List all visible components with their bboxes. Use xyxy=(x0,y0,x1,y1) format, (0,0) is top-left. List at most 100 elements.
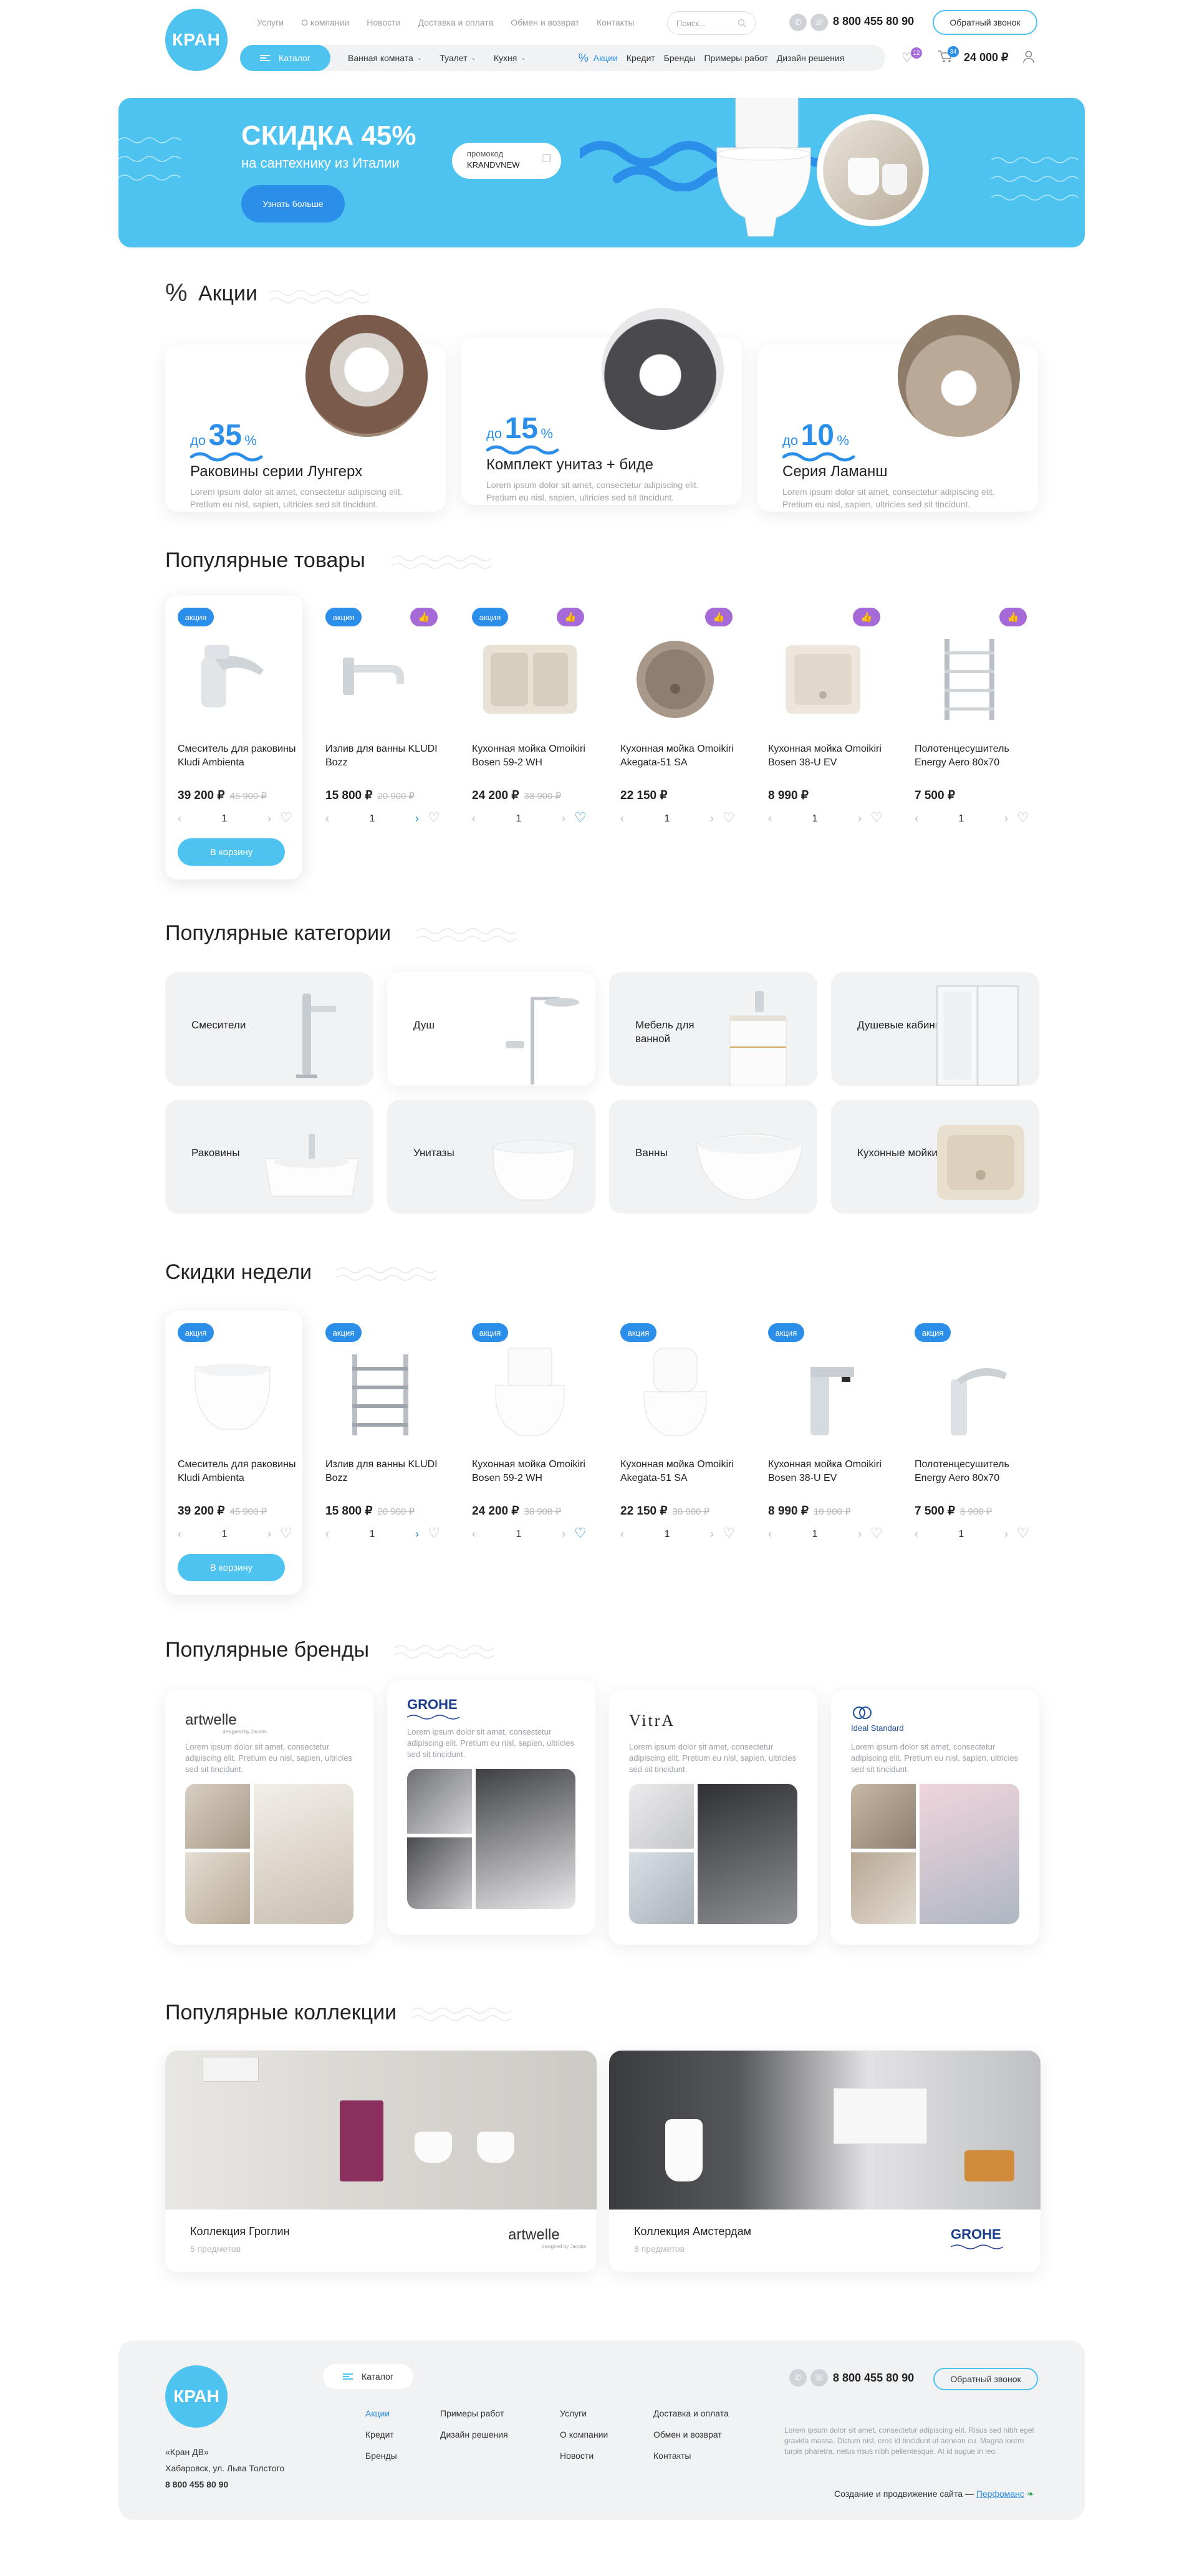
footer-catalog-button[interactable]: Каталог xyxy=(323,2364,413,2389)
chevron-left-icon[interactable]: ‹ xyxy=(472,812,476,825)
footer-link[interactable]: О компании xyxy=(560,2424,608,2445)
footer-link[interactable]: Примеры работ xyxy=(440,2403,508,2424)
thumbs-up-icon[interactable]: 👍 xyxy=(410,608,438,626)
footer-link[interactable]: Контакты xyxy=(653,2445,729,2466)
product-name[interactable]: Кухонная мойка Omoikiri Bosen 38-U EV xyxy=(768,1458,887,1485)
nav-item-kitchen[interactable]: Кухня ⌄ xyxy=(494,53,526,63)
learn-more-button[interactable]: Узнать больше xyxy=(241,185,345,223)
category-card[interactable]: Душевые кабины xyxy=(831,972,1039,1086)
nav-item-promo[interactable]: % Акции xyxy=(579,52,618,65)
heart-icon[interactable]: ♡ xyxy=(870,810,883,826)
heart-icon[interactable]: ♡ xyxy=(280,810,292,826)
chevron-right-icon[interactable]: › xyxy=(562,1528,565,1541)
thumbs-up-icon[interactable]: 👍 xyxy=(853,608,880,626)
chevron-left-icon[interactable]: ‹ xyxy=(768,812,772,825)
product-name[interactable]: Кухонная мойка Omoikiri Akegata-51 SA xyxy=(620,742,739,770)
brand-card[interactable]: VitrA Lorem ipsum dolor sit amet, consec… xyxy=(609,1690,817,1945)
header-phone[interactable]: 8 800 455 80 90 xyxy=(833,15,914,28)
chevron-left-icon[interactable]: ‹ xyxy=(178,1528,181,1541)
chevron-right-icon[interactable]: › xyxy=(1004,812,1008,825)
logo[interactable]: КРАН xyxy=(165,9,228,71)
add-to-cart-button[interactable]: В корзину xyxy=(178,1554,285,1581)
chevron-right-icon[interactable]: › xyxy=(415,812,419,825)
footer-link[interactable]: Бренды xyxy=(365,2445,397,2466)
add-to-cart-button[interactable]: В корзину xyxy=(178,838,285,866)
footer-callback-button[interactable]: Обратный звонок xyxy=(933,2368,1038,2390)
chevron-right-icon[interactable]: › xyxy=(267,1528,271,1541)
category-card[interactable]: Душ xyxy=(387,972,595,1086)
footer-link[interactable]: Обмен и возврат xyxy=(653,2424,729,2445)
product-name[interactable]: Излив для ванны KLUDI Bozz xyxy=(325,742,444,770)
footer-link[interactable]: Акции xyxy=(365,2403,397,2424)
developer-link[interactable]: Перфоманс xyxy=(976,2489,1024,2499)
chevron-left-icon[interactable]: ‹ xyxy=(325,812,329,825)
footer-logo[interactable]: КРАН xyxy=(165,2365,228,2428)
nav-item-credit[interactable]: Кредит xyxy=(627,53,655,63)
category-card[interactable]: Унитазы xyxy=(387,1100,595,1214)
whatsapp-icon[interactable]: ✆ xyxy=(789,2369,807,2387)
thumbs-up-icon[interactable]: 👍 xyxy=(705,608,733,626)
chevron-left-icon[interactable]: ‹ xyxy=(325,1528,329,1541)
search-input[interactable]: Поиск... xyxy=(667,11,756,35)
promo-card[interactable]: до 15 % Комплект унитаз + биде Lorem ips… xyxy=(461,308,742,505)
chevron-left-icon[interactable]: ‹ xyxy=(178,812,181,825)
chevron-right-icon[interactable]: › xyxy=(267,812,271,825)
heart-icon[interactable]: ♡ xyxy=(1017,810,1029,826)
chevron-right-icon[interactable]: › xyxy=(1004,1528,1008,1541)
heart-icon[interactable]: ♡ xyxy=(428,1525,440,1541)
collection-card[interactable]: Коллекция Амстердам 8 предметов GROHE xyxy=(609,2051,1041,2272)
product-name[interactable]: Полотенцесушитель Energy Aero 80x70 xyxy=(915,1458,1033,1485)
category-card[interactable]: Смесители xyxy=(165,972,373,1086)
topnav-item[interactable]: Доставка и оплата xyxy=(418,17,493,27)
footer-link[interactable]: Новости xyxy=(560,2445,608,2466)
whatsapp-icon[interactable]: ✆ xyxy=(789,14,807,31)
chevron-left-icon[interactable]: ‹ xyxy=(768,1528,772,1541)
nav-item-brands[interactable]: Бренды xyxy=(664,53,696,63)
topnav-item[interactable]: Услуги xyxy=(257,17,284,27)
brand-card[interactable]: artwelle designed by Jacobs Lorem ipsum d… xyxy=(165,1690,373,1945)
nav-item-works[interactable]: Примеры работ xyxy=(704,53,767,63)
footer-link[interactable]: Доставка и оплата xyxy=(653,2403,729,2424)
category-card[interactable]: Мебель для ванной xyxy=(609,972,817,1086)
footer-phone[interactable]: 8 800 455 80 90 xyxy=(833,2372,914,2385)
viber-icon[interactable]: ☏ xyxy=(810,2369,828,2387)
chevron-right-icon[interactable]: › xyxy=(858,1528,862,1541)
promo-code-box[interactable]: промокод KRANDVNEW ❐ xyxy=(452,143,561,179)
chevron-left-icon[interactable]: ‹ xyxy=(620,1528,624,1541)
topnav-item[interactable]: Новости xyxy=(367,17,400,27)
product-name[interactable]: Кухонная мойка Omoikiri Bosen 59-2 WH xyxy=(472,1458,590,1485)
chevron-left-icon[interactable]: ‹ xyxy=(915,1528,918,1541)
product-name[interactable]: Смеситель для раковины Kludi Ambienta xyxy=(178,1458,296,1485)
chevron-right-icon[interactable]: › xyxy=(858,812,862,825)
nav-item-toilet[interactable]: Туалет ⌄ xyxy=(440,53,476,63)
cart-total[interactable]: 24 000 ₽ xyxy=(964,51,1009,64)
copy-icon[interactable]: ❐ xyxy=(542,154,551,165)
topnav-item[interactable]: Обмен и возврат xyxy=(511,17,579,27)
chevron-left-icon[interactable]: ‹ xyxy=(620,812,624,825)
promo-card[interactable]: до 35 % Раковины серии Лунгерх Lorem ips… xyxy=(165,315,446,512)
heart-icon[interactable]: ♡ xyxy=(1017,1525,1029,1541)
heart-icon[interactable]: ♡ xyxy=(870,1525,883,1541)
chevron-right-icon[interactable]: › xyxy=(415,1528,419,1541)
product-name[interactable]: Кухонная мойка Omoikiri Bosen 38-U EV xyxy=(768,742,887,770)
chevron-right-icon[interactable]: › xyxy=(562,812,565,825)
chevron-left-icon[interactable]: ‹ xyxy=(915,812,918,825)
topnav-item[interactable]: О компании xyxy=(301,17,349,27)
product-name[interactable]: Полотенцесушитель Energy Aero 80x70 xyxy=(915,742,1033,770)
search-icon[interactable] xyxy=(738,19,746,27)
product-name[interactable]: Смеситель для раковины Kludi Ambienta xyxy=(178,742,296,770)
catalog-button[interactable]: Каталог xyxy=(240,45,330,71)
footer-link[interactable]: Услуги xyxy=(560,2403,608,2424)
heart-icon[interactable]: ♡ xyxy=(280,1525,292,1541)
category-card[interactable]: Кухонные мойки xyxy=(831,1100,1039,1214)
product-name[interactable]: Кухонная мойка Omoikiri Akegata-51 SA xyxy=(620,1458,739,1485)
heart-icon[interactable]: ♡ xyxy=(574,1525,587,1541)
viber-icon[interactable]: ☏ xyxy=(810,14,828,31)
chevron-right-icon[interactable]: › xyxy=(710,1528,714,1541)
user-icon[interactable] xyxy=(1022,50,1035,67)
topnav-item[interactable]: Контакты xyxy=(597,17,634,27)
product-card[interactable]: акция Смеситель для раковины Kludi Ambie… xyxy=(165,1311,302,1595)
heart-icon[interactable]: ♡ xyxy=(723,1525,735,1541)
heart-icon[interactable]: ♡ xyxy=(723,810,735,826)
footer-link[interactable]: Кредит xyxy=(365,2424,397,2445)
